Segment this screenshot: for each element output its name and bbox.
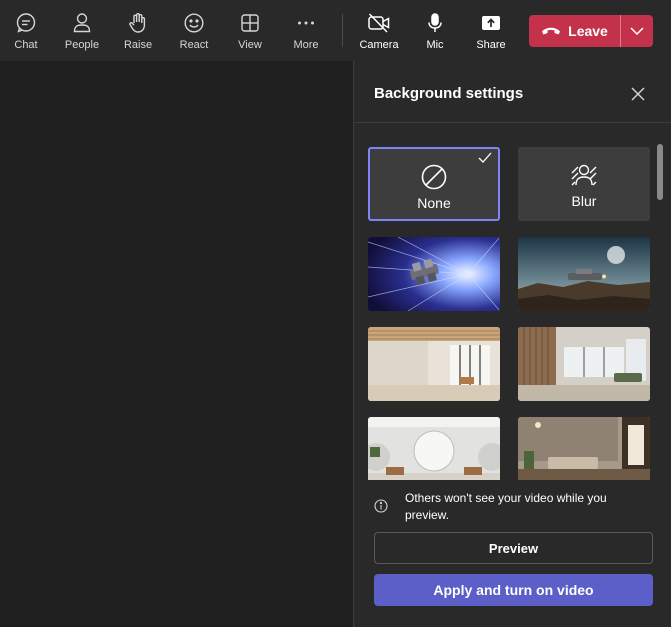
people-icon [70, 11, 94, 35]
panel-divider [354, 122, 671, 123]
lounge-image [518, 417, 650, 480]
camera-button[interactable]: Camera [359, 0, 399, 61]
arch-room-image [368, 417, 500, 480]
raise-label: Raise [123, 39, 153, 51]
hand-icon [126, 11, 150, 35]
view-button[interactable]: View [230, 0, 270, 61]
mic-icon [423, 11, 447, 35]
camera-label: Camera [359, 39, 399, 51]
background-option-blur[interactable]: Blur [518, 147, 650, 221]
background-thumbnail-alien-landscape[interactable] [518, 237, 650, 311]
meeting-toolbar: Chat People Raise React View More Camera… [0, 0, 671, 61]
leave-button[interactable]: Leave [529, 15, 620, 47]
background-thumbnail-bright-room[interactable] [368, 327, 500, 401]
close-button[interactable] [627, 83, 649, 105]
view-label: View [238, 39, 262, 51]
blur-icon [570, 161, 598, 189]
checkmark-icon [478, 151, 492, 169]
background-option-none[interactable]: None [368, 147, 500, 221]
mic-button[interactable]: Mic [415, 0, 455, 61]
leave-options-button[interactable] [621, 15, 653, 47]
close-icon [631, 87, 645, 101]
space-warp-image [368, 237, 500, 311]
info-icon [374, 499, 388, 513]
people-label: People [64, 39, 100, 51]
leave-button-group: Leave [529, 15, 653, 47]
raise-hand-button[interactable]: Raise [118, 0, 158, 61]
background-thumbnail-space-warp[interactable] [368, 237, 500, 311]
chat-label: Chat [14, 39, 38, 51]
preview-info-text: Others won't see your video while you pr… [405, 491, 607, 522]
background-grid: None Blur [367, 145, 657, 480]
living-room-image [518, 327, 650, 401]
react-button[interactable]: React [174, 0, 214, 61]
chevron-down-icon [630, 27, 644, 35]
leave-separator [620, 15, 621, 47]
chat-icon [14, 11, 38, 35]
share-icon [479, 11, 503, 35]
grid-view-icon [238, 11, 262, 35]
hang-up-icon [541, 25, 561, 37]
more-icon [294, 11, 318, 35]
people-button[interactable]: People [62, 0, 102, 61]
more-button[interactable]: More [286, 0, 326, 61]
alien-landscape-image [518, 237, 650, 311]
background-thumbnail-living-room[interactable] [518, 327, 650, 401]
video-stage [0, 61, 353, 627]
background-thumbnail-arch-room[interactable] [368, 417, 500, 480]
background-settings-panel: Background settings None Blur Others won… [353, 61, 671, 627]
react-label: React [179, 39, 209, 51]
panel-title: Background settings [374, 85, 524, 102]
more-label: More [293, 39, 319, 51]
toolbar-divider [342, 14, 343, 47]
share-label: Share [476, 39, 506, 51]
smiley-icon [182, 11, 206, 35]
bright-room-image [368, 327, 500, 401]
mic-label: Mic [426, 39, 444, 51]
preview-button[interactable]: Preview [374, 532, 653, 564]
chat-button[interactable]: Chat [6, 0, 46, 61]
share-button[interactable]: Share [471, 0, 511, 61]
leave-label: Leave [568, 23, 608, 39]
background-thumbnail-lounge[interactable] [518, 417, 650, 480]
option-label: Blur [571, 193, 597, 209]
apply-and-turn-on-video-button[interactable]: Apply and turn on video [374, 574, 653, 606]
none-icon [420, 163, 448, 191]
camera-off-icon [367, 11, 391, 35]
scrollbar[interactable] [657, 144, 663, 200]
option-label: None [417, 195, 451, 211]
